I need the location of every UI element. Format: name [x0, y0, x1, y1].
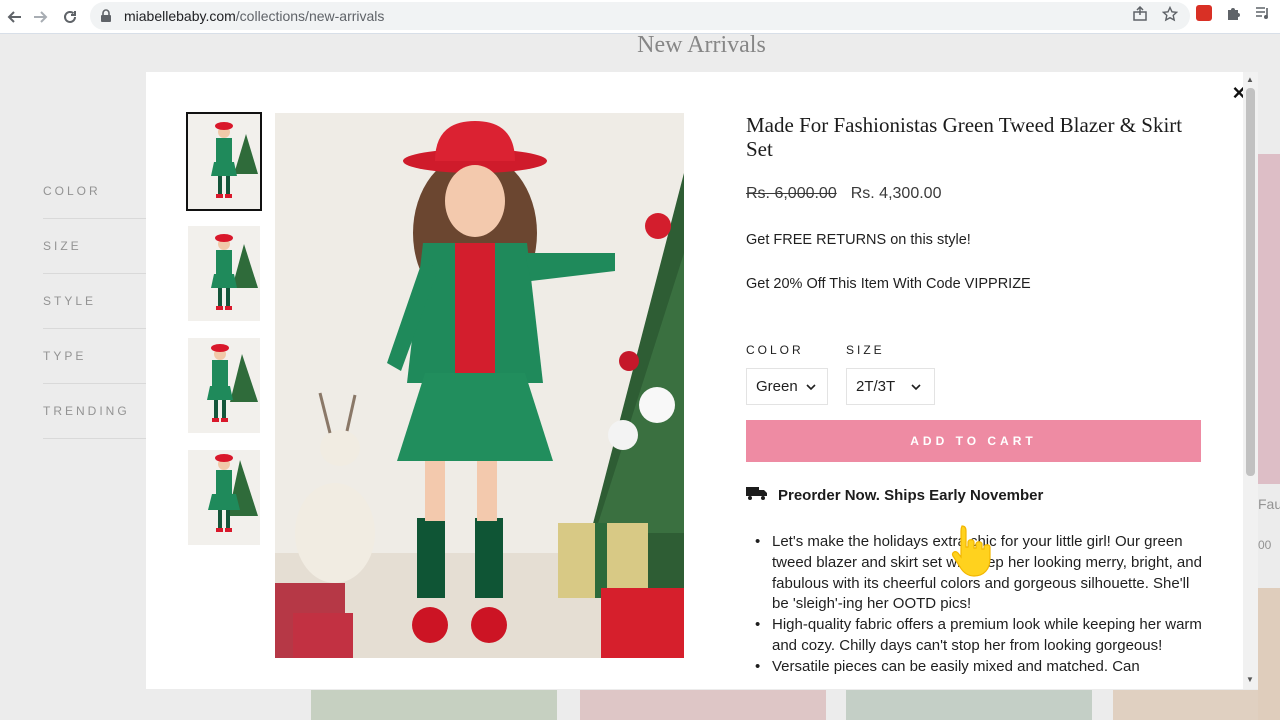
- add-to-cart-button[interactable]: ADD TO CART: [746, 420, 1201, 462]
- share-icon[interactable]: [1132, 5, 1148, 27]
- product-thumbnail[interactable]: [188, 226, 260, 321]
- extension-icon[interactable]: [1196, 5, 1212, 21]
- size-option-label: SIZE: [846, 343, 885, 357]
- color-select[interactable]: Green: [746, 368, 828, 405]
- sale-price: Rs. 4,300.00: [850, 185, 942, 202]
- color-option-label: COLOR: [746, 343, 804, 357]
- playlist-icon[interactable]: [1254, 4, 1272, 22]
- url-text: miabellebaby.com/collections/new-arrival…: [124, 8, 385, 24]
- size-select-value: 2T/3T: [856, 378, 896, 395]
- lock-icon: [100, 9, 114, 23]
- forward-icon[interactable]: [25, 2, 55, 32]
- product-thumbnail[interactable]: [186, 112, 262, 211]
- address-bar[interactable]: miabellebaby.com/collections/new-arrival…: [90, 2, 1190, 30]
- truck-icon: [746, 486, 768, 504]
- price-row: Rs. 6,000.00 Rs. 4,300.00: [746, 185, 941, 203]
- chevron-down-icon: [806, 382, 816, 392]
- puzzle-icon[interactable]: [1224, 4, 1242, 22]
- original-price: Rs. 6,000.00: [746, 185, 837, 202]
- size-select[interactable]: 2T/3T: [846, 368, 935, 405]
- hand-pointer-icon: [950, 522, 996, 578]
- product-thumbnail[interactable]: [188, 450, 260, 545]
- product-thumbnail[interactable]: [188, 338, 260, 433]
- list-item: High-quality fabric offers a premium loo…: [755, 615, 1204, 657]
- shipping-note: Preorder Now. Ships Early November: [746, 486, 1043, 504]
- modal-scrollbar[interactable]: ▲ ▼: [1243, 72, 1258, 689]
- product-title: Made For Fashionistas Green Tweed Blazer…: [746, 113, 1183, 161]
- reload-icon[interactable]: [55, 2, 85, 32]
- discount-code-text: Get 20% Off This Item With Code VIPPRIZE: [746, 276, 1031, 292]
- product-main-image[interactable]: [275, 113, 684, 658]
- list-item: Versatile pieces can be easily mixed and…: [755, 657, 1204, 678]
- shipping-note-text: Preorder Now. Ships Early November: [778, 486, 1044, 504]
- browser-toolbar: miabellebaby.com/collections/new-arrival…: [0, 0, 1280, 34]
- star-icon[interactable]: [1161, 5, 1179, 27]
- quick-view-modal: × ▲ ▼ Made For Fashionistas Green Tweed …: [146, 72, 1258, 689]
- free-returns-text: Get FREE RETURNS on this style!: [746, 232, 971, 248]
- thumbnail-list: [186, 112, 262, 562]
- chevron-down-icon: [911, 382, 921, 392]
- color-select-value: Green: [756, 378, 798, 395]
